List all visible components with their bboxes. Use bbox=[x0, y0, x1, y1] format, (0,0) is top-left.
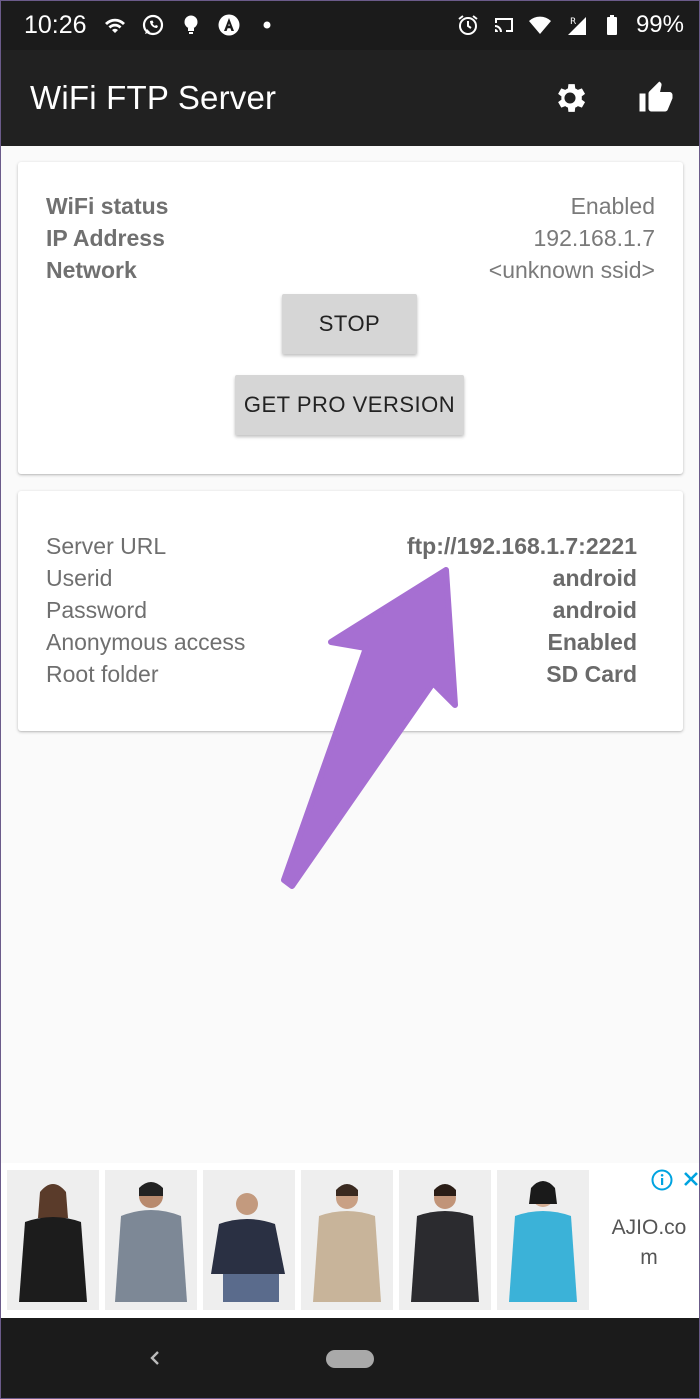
anonymous-access-value: Enabled bbox=[547, 629, 637, 655]
jacket-model-image bbox=[509, 1181, 577, 1302]
password-row: Password android bbox=[46, 597, 655, 624]
jacket bbox=[509, 1211, 577, 1302]
ad-product-3[interactable] bbox=[203, 1170, 295, 1310]
battery-percent: 99% bbox=[635, 11, 684, 38]
advertiser-name[interactable]: AJIO.co m bbox=[604, 1213, 694, 1273]
ad-product-2[interactable] bbox=[105, 1170, 197, 1310]
jacket-model-image bbox=[313, 1184, 381, 1302]
jacket bbox=[115, 1210, 187, 1302]
bulb-icon bbox=[184, 15, 198, 34]
jacket-model-image bbox=[211, 1193, 285, 1302]
ad-product-5[interactable] bbox=[399, 1170, 491, 1310]
app-title: WiFi FTP Server bbox=[30, 79, 277, 116]
wifi-status-card: WiFi status Enabled IP Address 192.168.1… bbox=[18, 162, 683, 474]
app-bar: WiFi FTP Server bbox=[0, 50, 700, 146]
ip-address-value: 192.168.1.7 bbox=[533, 225, 655, 251]
jacket bbox=[411, 1211, 479, 1302]
root-folder-row: Root folder SD Card bbox=[46, 661, 655, 688]
server-url-label: Server URL bbox=[46, 533, 167, 559]
ip-address-label: IP Address bbox=[46, 225, 165, 251]
root-folder-value: SD Card bbox=[546, 661, 637, 687]
jacket bbox=[313, 1211, 381, 1302]
battery-icon bbox=[606, 15, 617, 35]
get-pro-version-button[interactable]: GET PRO VERSION bbox=[235, 375, 464, 435]
network-value: <unknown ssid> bbox=[488, 257, 655, 283]
home-pill-button[interactable] bbox=[326, 1350, 374, 1368]
network-row: Network <unknown ssid> bbox=[46, 257, 655, 284]
whatsapp-icon bbox=[142, 14, 163, 36]
ad-banner[interactable]: AJIO.co m bbox=[0, 1163, 700, 1318]
alarm-icon bbox=[458, 15, 478, 35]
userid-value: android bbox=[552, 565, 637, 591]
ad-product-4[interactable] bbox=[301, 1170, 393, 1310]
anonymous-access-row: Anonymous access Enabled bbox=[46, 629, 655, 656]
ip-address-row: IP Address 192.168.1.7 bbox=[46, 225, 655, 252]
userid-row: Userid android bbox=[46, 565, 655, 592]
back-icon[interactable] bbox=[140, 1344, 168, 1372]
cast-icon bbox=[494, 18, 513, 32]
jacket-model-image bbox=[411, 1184, 479, 1302]
android-a-icon bbox=[218, 14, 240, 36]
advertiser-name-line1: AJIO.co bbox=[611, 1216, 687, 1239]
info-icon[interactable] bbox=[651, 1169, 673, 1191]
wifi-icon bbox=[104, 18, 125, 33]
server-url-row: Server URL ftp://192.168.1.7:2221 bbox=[46, 533, 655, 560]
status-bar: 10:26 R 99% bbox=[0, 0, 700, 50]
network-label: Network bbox=[46, 257, 137, 283]
ad-product-6[interactable] bbox=[497, 1170, 589, 1310]
ad-product-1[interactable] bbox=[7, 1170, 99, 1310]
jacket-model-image bbox=[19, 1184, 87, 1302]
anonymous-access-label: Anonymous access bbox=[46, 629, 246, 655]
thumbs-up-icon bbox=[639, 81, 673, 112]
roaming-signal-icon: R bbox=[567, 17, 586, 35]
password-label: Password bbox=[46, 597, 147, 623]
wifi-status-value: Enabled bbox=[570, 193, 655, 219]
dot-icon bbox=[263, 21, 271, 29]
server-url-value: ftp://192.168.1.7:2221 bbox=[406, 533, 637, 559]
navigation-bar bbox=[0, 1318, 700, 1399]
close-icon[interactable] bbox=[681, 1169, 700, 1189]
userid-label: Userid bbox=[46, 565, 113, 591]
jacket-model-image bbox=[115, 1182, 187, 1302]
root-folder-label: Root folder bbox=[46, 661, 159, 687]
rate-button[interactable] bbox=[636, 78, 676, 118]
advertiser-name-line2: m bbox=[640, 1246, 658, 1269]
svg-text:R: R bbox=[570, 17, 576, 27]
settings-gear-icon bbox=[558, 84, 586, 112]
signal-wifi-icon bbox=[528, 16, 551, 34]
server-info-card: Server URL ftp://192.168.1.7:2221 Userid… bbox=[18, 491, 683, 731]
wifi-status-row: WiFi status Enabled bbox=[46, 193, 655, 220]
jacket bbox=[211, 1219, 285, 1274]
jacket bbox=[19, 1217, 87, 1302]
password-value: android bbox=[552, 597, 637, 623]
settings-button[interactable] bbox=[550, 78, 590, 118]
wifi-status-label: WiFi status bbox=[46, 193, 169, 219]
stop-button[interactable]: STOP bbox=[282, 294, 417, 354]
status-time: 10:26 bbox=[24, 10, 87, 39]
